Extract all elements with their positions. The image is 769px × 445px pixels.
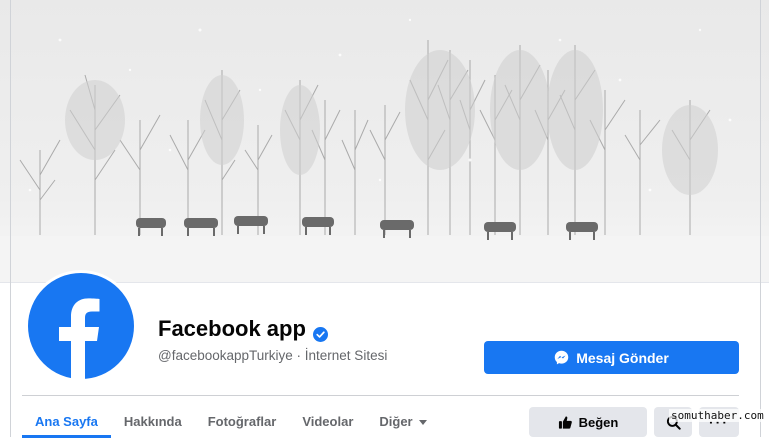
header-divider <box>22 395 739 396</box>
watermark-text: somuthaber.com <box>669 409 766 422</box>
tab-about-label: Hakkında <box>123 414 182 429</box>
page-handle: @facebookappTurkiye <box>158 348 293 363</box>
tab-more[interactable]: Diğer <box>366 398 439 437</box>
facebook-logo-icon <box>28 273 134 379</box>
send-message-button[interactable]: Mesaj Gönder <box>484 341 739 374</box>
chevron-down-icon <box>418 420 427 426</box>
send-message-label: Mesaj Gönder <box>576 349 669 366</box>
like-label: Beğen <box>578 414 619 430</box>
tab-about[interactable]: Hakkında <box>111 398 195 437</box>
tab-photos[interactable]: Fotoğraflar <box>195 398 290 437</box>
page-title: Facebook app <box>158 316 328 342</box>
cover-photo[interactable] <box>0 0 769 283</box>
page-tabs: Ana Sayfa Hakkında Fotoğraflar Videolar … <box>22 398 440 438</box>
verified-badge-icon <box>312 322 328 342</box>
page-name-text: Facebook app <box>158 316 306 341</box>
messenger-icon <box>554 350 569 365</box>
tab-videos[interactable]: Videolar <box>289 398 366 437</box>
tab-home[interactable]: Ana Sayfa <box>22 398 111 438</box>
page-subtitle: @facebookappTurkiye · İnternet Sitesi <box>158 348 387 363</box>
tab-photos-label: Fotoğraflar <box>207 414 277 429</box>
tab-more-label: Diğer <box>379 414 413 429</box>
tab-videos-label: Videolar <box>302 414 354 429</box>
tab-home-label: Ana Sayfa <box>35 414 98 429</box>
meta-separator: · <box>292 348 305 363</box>
thumbs-up-icon <box>558 415 572 429</box>
page-category[interactable]: İnternet Sitesi <box>305 348 388 363</box>
cover-photo-image <box>0 0 769 282</box>
like-button[interactable]: Beğen <box>529 407 647 437</box>
profile-picture[interactable] <box>25 270 137 382</box>
